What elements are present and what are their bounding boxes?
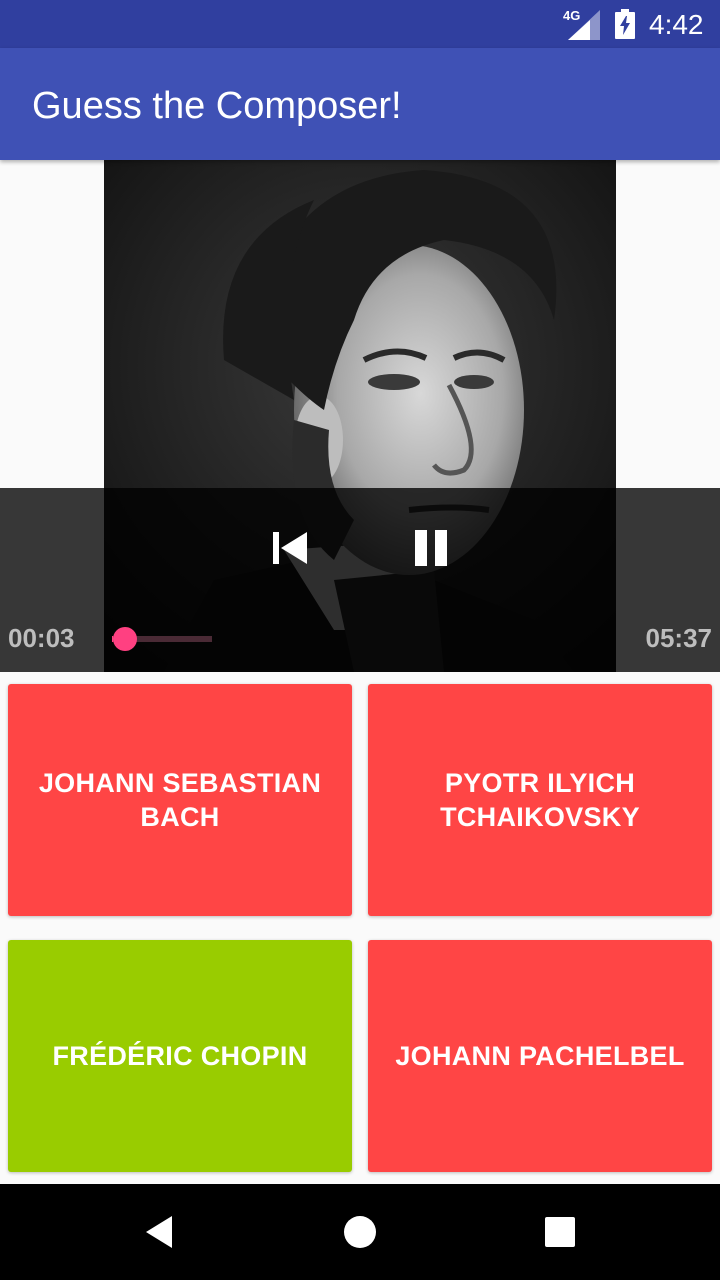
app-title: Guess the Composer! [32,85,402,127]
battery-charging-icon [615,9,635,39]
answer-button-pachelbel[interactable]: JOHANN PACHELBEL [368,940,712,1172]
status-clock: 4:42 [649,9,704,40]
answer-button-tchaikovsky[interactable]: PYOTR ILYICH TCHAIKOVSKY [368,684,712,916]
current-time: 00:03 [8,623,75,653]
pause-icon[interactable] [403,520,459,576]
recents-square-icon[interactable] [536,1208,584,1256]
skip-previous-icon[interactable] [262,520,318,576]
answer-button-bach[interactable]: JOHANN SEBASTIAN BACH [8,684,352,916]
cell-signal-icon [568,10,600,40]
answer-button-chopin[interactable]: FRÉDÉRIC CHOPIN [8,940,352,1172]
status-bar: 4G 4:42 [0,0,720,48]
total-time: 05:37 [645,623,713,653]
media-controller: 00:03 05:37 [0,488,720,672]
navigation-bar [0,1184,720,1280]
seek-thumb[interactable] [113,627,137,651]
back-triangle-icon[interactable] [136,1208,184,1256]
app-bar: Guess the Composer! [0,48,720,160]
screen: 4G 4:42 Guess the Composer! 00:03 05:37 … [0,0,720,1280]
home-circle-icon[interactable] [336,1208,384,1256]
